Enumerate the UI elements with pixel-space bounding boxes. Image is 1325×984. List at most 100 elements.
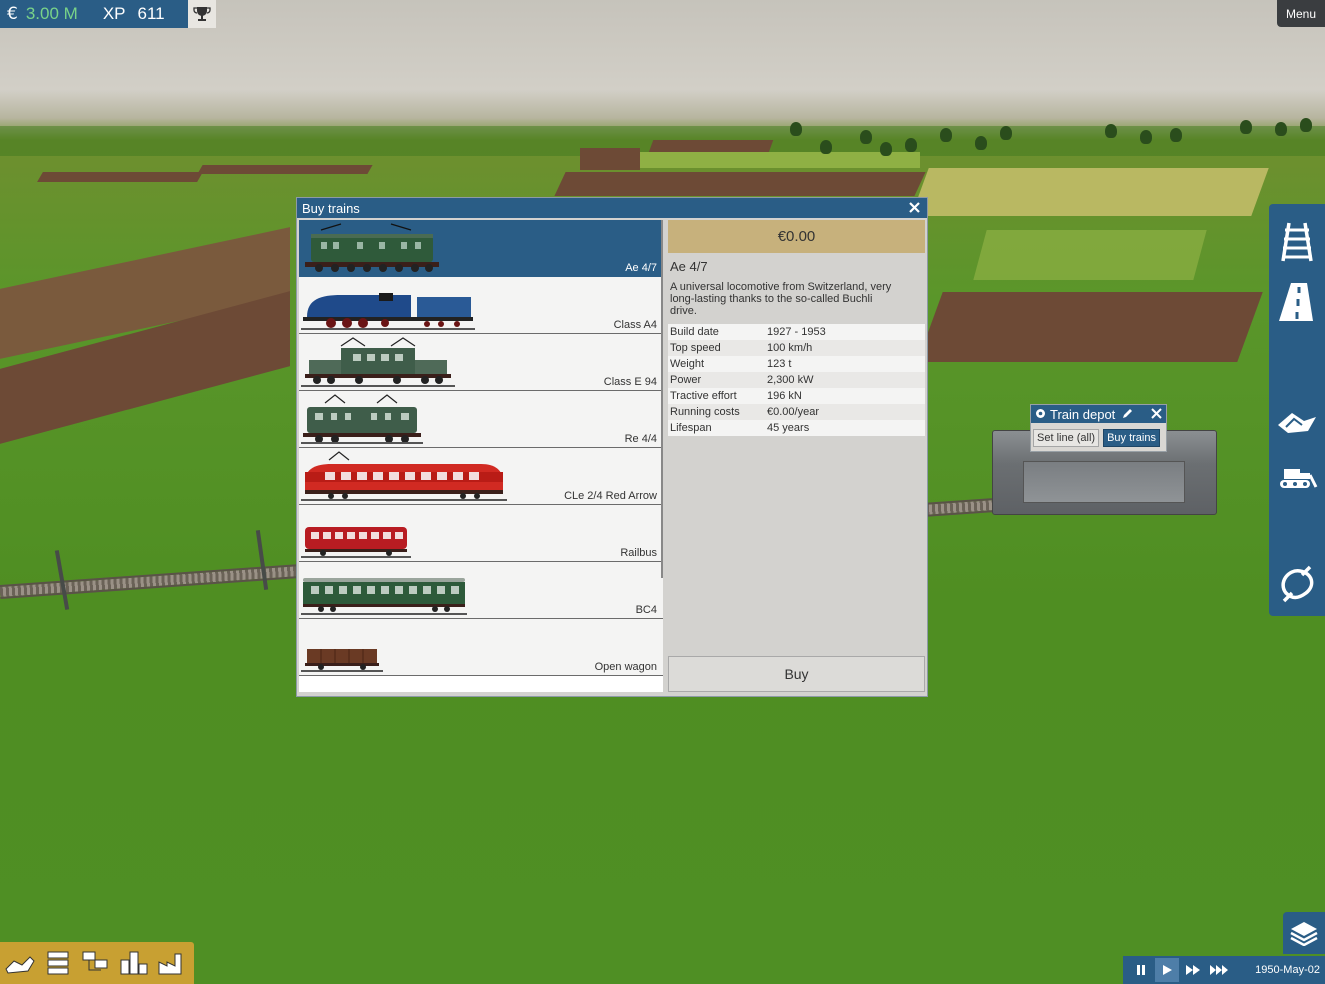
- play-icon[interactable]: [1155, 958, 1179, 982]
- spec-value: 100 km/h: [767, 342, 813, 354]
- locomotive-thumbnail: [301, 578, 467, 615]
- tree: [790, 122, 802, 136]
- close-icon[interactable]: [1151, 407, 1162, 422]
- vehicle-name: Re 4/4: [624, 433, 657, 445]
- rail-track: [0, 564, 300, 599]
- rail-track-icon[interactable]: [1275, 220, 1319, 264]
- vehicle-name: Open wagon: [594, 661, 657, 673]
- spec-row: Top speed 100 km/h: [668, 340, 925, 356]
- spec-value: 45 years: [767, 422, 810, 434]
- train-depot-title: Train depot: [1050, 406, 1116, 422]
- close-icon[interactable]: [906, 200, 922, 216]
- tree: [1170, 128, 1182, 142]
- tree: [1300, 118, 1312, 132]
- vehicle-name: Ae 4/7: [625, 262, 657, 274]
- set-line-button[interactable]: Set line (all): [1033, 429, 1100, 447]
- terrain-field: [554, 172, 926, 196]
- construction-toolbar: [1269, 204, 1325, 616]
- vehicle-item-open-wagon[interactable]: Open wagon: [299, 619, 663, 676]
- terrain-field: [37, 172, 203, 182]
- spec-label: Power: [670, 374, 702, 386]
- vehicle-name: CLe 2/4 Red Arrow: [564, 490, 657, 502]
- vehicle-list[interactable]: Ae 4/7 Class A4 Class E 94 Re 4/4 CLe 2/…: [299, 220, 663, 692]
- spec-row: Lifespan 45 years: [668, 420, 925, 436]
- tree: [820, 140, 832, 154]
- vehicle-item-re-4-4[interactable]: Re 4/4: [299, 391, 663, 448]
- vehicle-item-bc4[interactable]: BC4: [299, 562, 663, 619]
- spec-label: Top speed: [670, 342, 721, 354]
- spec-value: 2,300 kW: [767, 374, 814, 386]
- spec-label: Weight: [670, 358, 705, 370]
- buy-button[interactable]: Buy: [668, 656, 925, 692]
- gear-icon[interactable]: [1035, 407, 1046, 422]
- tree: [905, 138, 917, 152]
- menu-button[interactable]: Menu: [1277, 0, 1325, 27]
- locomotive-thumbnail: [301, 451, 507, 501]
- vehicle-title: Ae 4/7: [670, 259, 708, 274]
- fastest-forward-icon[interactable]: [1207, 958, 1231, 982]
- road-icon[interactable]: [1275, 280, 1319, 324]
- spec-label: Lifespan: [670, 422, 712, 434]
- locomotive-thumbnail: [301, 527, 411, 558]
- terrain-field: [911, 168, 1269, 216]
- layers-icon[interactable]: [1283, 912, 1325, 954]
- xp-value: 611: [137, 4, 165, 23]
- trophy-icon[interactable]: [188, 0, 216, 28]
- vehicle-item-cle-2-4-red-arrow[interactable]: CLe 2/4 Red Arrow: [299, 448, 663, 505]
- lines-list-icon[interactable]: [80, 947, 112, 979]
- vehicle-item-ae-4-7[interactable]: Ae 4/7: [299, 220, 663, 277]
- tree: [1140, 130, 1152, 144]
- vehicle-item-class-e-94[interactable]: Class E 94: [299, 334, 663, 391]
- bulldozer-icon[interactable]: [1275, 456, 1319, 500]
- currency-icon: €: [7, 4, 18, 24]
- locomotive-thumbnail: [305, 223, 439, 272]
- spec-row: Weight 123 t: [668, 356, 925, 372]
- train-depot-popup: Train depot Set line (all) Buy trains: [1030, 404, 1167, 452]
- towns-icon[interactable]: [118, 947, 150, 979]
- terrain-field: [640, 152, 920, 168]
- money-display: 3.00 M: [25, 4, 78, 23]
- tree: [940, 128, 952, 142]
- terrain-field: [580, 148, 640, 170]
- spec-row: Build date 1927 - 1953: [668, 324, 925, 340]
- spec-row: Power 2,300 kW: [668, 372, 925, 388]
- finance-icon[interactable]: [4, 947, 36, 979]
- spec-table: Build date 1927 - 1953 Top speed 100 km/h …: [668, 324, 925, 436]
- locomotive-thumbnail: [301, 293, 475, 330]
- tree: [860, 130, 872, 144]
- tree: [975, 136, 987, 150]
- window-header: Buy trains: [297, 198, 927, 218]
- tree: [1275, 122, 1287, 136]
- vehicle-item-railbus[interactable]: Railbus: [299, 505, 663, 562]
- vehicle-name: BC4: [635, 604, 657, 616]
- list-scrollbar[interactable]: [661, 220, 663, 578]
- time-controls: 1950-May-02: [1123, 956, 1325, 984]
- edit-icon[interactable]: [1122, 407, 1133, 422]
- buy-trains-button[interactable]: Buy trains: [1103, 429, 1160, 447]
- tree: [880, 142, 892, 156]
- terrain-field: [917, 292, 1263, 362]
- terrain-field: [973, 230, 1207, 280]
- status-bar: € 3.00 M XP 611: [0, 0, 216, 28]
- pause-icon[interactable]: [1129, 958, 1153, 982]
- lines-icon[interactable]: [1275, 562, 1319, 606]
- spec-label: Build date: [670, 326, 719, 338]
- fast-forward-icon[interactable]: [1181, 958, 1205, 982]
- spec-value: 123 t: [767, 358, 792, 370]
- vehicle-detail-panel: €0.00 Ae 4/7 A universal locomotive from…: [668, 220, 925, 692]
- spec-row: Running costs €0.00/year: [668, 404, 925, 420]
- terrain-icon[interactable]: [1275, 400, 1319, 444]
- spec-value: 196 kN: [767, 390, 802, 402]
- vehicle-name: Class A4: [613, 319, 657, 331]
- tree: [1105, 124, 1117, 138]
- window-title: Buy trains: [302, 200, 360, 216]
- game-date: 1950-May-02: [1255, 964, 1320, 976]
- vehicle-item-class-a4[interactable]: Class A4: [299, 277, 663, 334]
- tree: [1000, 126, 1012, 140]
- spec-label: Running costs: [670, 406, 740, 418]
- management-toolbar: [0, 942, 194, 984]
- vehicles-icon[interactable]: [42, 947, 74, 979]
- vehicle-name: Class E 94: [603, 376, 657, 388]
- spec-value: €0.00/year: [767, 406, 819, 418]
- industries-icon[interactable]: [156, 947, 188, 979]
